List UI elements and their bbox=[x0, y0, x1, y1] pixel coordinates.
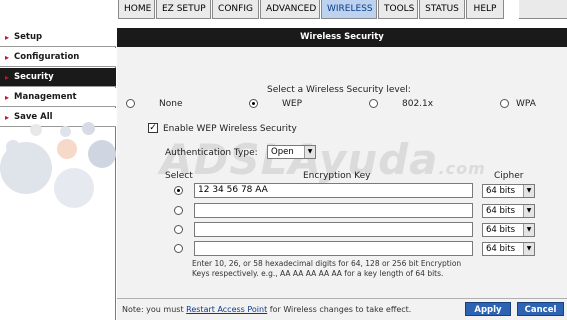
radio-none-label: None bbox=[159, 99, 183, 109]
sidebar-item-label: Setup bbox=[14, 32, 43, 42]
sidebar-item-label: Save All bbox=[14, 112, 53, 122]
key-select-radio-2[interactable] bbox=[174, 206, 183, 215]
col-cipher-header: Cipher bbox=[494, 171, 524, 181]
nav-filler bbox=[519, 0, 567, 19]
apply-button[interactable]: Apply bbox=[465, 302, 511, 316]
panel-title: Wireless Security bbox=[117, 28, 567, 47]
cancel-button[interactable]: Cancel bbox=[517, 302, 564, 316]
key-select-radio-4[interactable] bbox=[174, 244, 183, 253]
key-format-hint: Enter 10, 26, or 58 hexadecimal digits f… bbox=[192, 259, 462, 278]
col-key-header: Encryption Key bbox=[303, 171, 371, 181]
radio-wpa[interactable] bbox=[500, 99, 509, 108]
restart-access-point-link[interactable]: Restart Access Point bbox=[186, 305, 267, 314]
tab-ez-setup[interactable]: EZ SETUP bbox=[156, 0, 211, 19]
enable-wep-label: Enable WEP Wireless Security bbox=[163, 124, 297, 134]
key-select-radio-1[interactable] bbox=[174, 186, 183, 195]
decor-circle bbox=[88, 140, 116, 168]
arrow-right-icon: ▸ bbox=[5, 33, 10, 42]
cipher-select-4[interactable]: 64 bits ▼ bbox=[482, 242, 535, 256]
cipher-value: 64 bits bbox=[486, 225, 516, 235]
decor-circle bbox=[82, 122, 95, 135]
key-select-radio-3[interactable] bbox=[174, 225, 183, 234]
cipher-select-3[interactable]: 64 bits ▼ bbox=[482, 223, 535, 237]
encryption-key-input-2[interactable] bbox=[194, 203, 473, 218]
tab-tools[interactable]: TOOLS bbox=[378, 0, 418, 19]
tab-home[interactable]: HOME bbox=[118, 0, 155, 19]
cipher-value: 64 bits bbox=[486, 206, 516, 216]
decor-circle bbox=[30, 124, 42, 136]
top-bar: HOME EZ SETUP CONFIG ADVANCED WIRELESS T… bbox=[0, 0, 567, 20]
note-suffix: for Wireless changes to take effect. bbox=[267, 305, 412, 314]
encryption-key-input-3[interactable] bbox=[194, 222, 473, 237]
sidebar-item-save-all[interactable]: ▸ Save All bbox=[0, 108, 116, 127]
sidebar: ▸ Setup ▸ Configuration ▸ Security ▸ Man… bbox=[0, 28, 116, 320]
encryption-key-input-1[interactable]: 12 34 56 78 AA bbox=[194, 183, 473, 198]
tab-help[interactable]: HELP bbox=[466, 0, 504, 19]
encryption-key-input-4[interactable] bbox=[194, 241, 473, 256]
radio-wep[interactable] bbox=[249, 99, 258, 108]
sidebar-item-label: Management bbox=[14, 92, 77, 102]
cipher-value: 64 bits bbox=[486, 186, 516, 196]
auth-type-value: Open bbox=[271, 147, 294, 157]
col-select-header: Select bbox=[165, 171, 193, 181]
chevron-down-icon: ▼ bbox=[304, 146, 315, 158]
note-prefix: Note: you must bbox=[122, 305, 187, 314]
arrow-right-icon: ▸ bbox=[5, 53, 10, 62]
arrow-right-icon: ▸ bbox=[5, 93, 10, 102]
chevron-down-icon: ▼ bbox=[523, 224, 534, 236]
main-nav: HOME EZ SETUP CONFIG ADVANCED WIRELESS T… bbox=[118, 0, 505, 19]
sidebar-item-label: Security bbox=[14, 72, 54, 82]
enable-wep-checkbox[interactable]: ✓ bbox=[148, 123, 158, 133]
sidebar-item-security[interactable]: ▸ Security bbox=[0, 68, 116, 87]
radio-wep-label: WEP bbox=[282, 99, 303, 109]
chevron-down-icon: ▼ bbox=[523, 205, 534, 217]
restart-note: Note: you must Restart Access Point for … bbox=[122, 305, 411, 314]
tab-wireless[interactable]: WIRELESS bbox=[321, 0, 377, 19]
sidebar-item-setup[interactable]: ▸ Setup bbox=[0, 28, 116, 47]
cipher-select-1[interactable]: 64 bits ▼ bbox=[482, 184, 535, 198]
chevron-down-icon: ▼ bbox=[523, 185, 534, 197]
decor-circle bbox=[60, 126, 71, 137]
radio-8021x-label: 802.1x bbox=[402, 99, 434, 109]
arrow-right-icon: ▸ bbox=[5, 73, 10, 82]
auth-type-label: Authentication Type: bbox=[165, 148, 258, 158]
tab-status[interactable]: STATUS bbox=[419, 0, 465, 19]
sidebar-item-configuration[interactable]: ▸ Configuration bbox=[0, 48, 116, 67]
tab-config[interactable]: CONFIG bbox=[212, 0, 259, 19]
cipher-value: 64 bits bbox=[486, 244, 516, 254]
sidebar-item-management[interactable]: ▸ Management bbox=[0, 88, 116, 107]
cipher-select-2[interactable]: 64 bits ▼ bbox=[482, 204, 535, 218]
arrow-right-icon: ▸ bbox=[5, 113, 10, 122]
decor-circle bbox=[0, 142, 52, 194]
radio-wpa-label: WPA bbox=[516, 99, 536, 109]
security-level-prompt: Select a Wireless Security level: bbox=[267, 85, 411, 95]
footer-divider bbox=[117, 298, 567, 299]
radio-8021x[interactable] bbox=[369, 99, 378, 108]
tab-advanced[interactable]: ADVANCED bbox=[260, 0, 320, 19]
sidebar-item-label: Configuration bbox=[14, 52, 80, 62]
chevron-down-icon: ▼ bbox=[523, 243, 534, 255]
radio-none[interactable] bbox=[126, 99, 135, 108]
decor-circle bbox=[54, 168, 94, 208]
decor-circle bbox=[57, 139, 77, 159]
auth-type-select[interactable]: Open ▼ bbox=[267, 145, 316, 159]
